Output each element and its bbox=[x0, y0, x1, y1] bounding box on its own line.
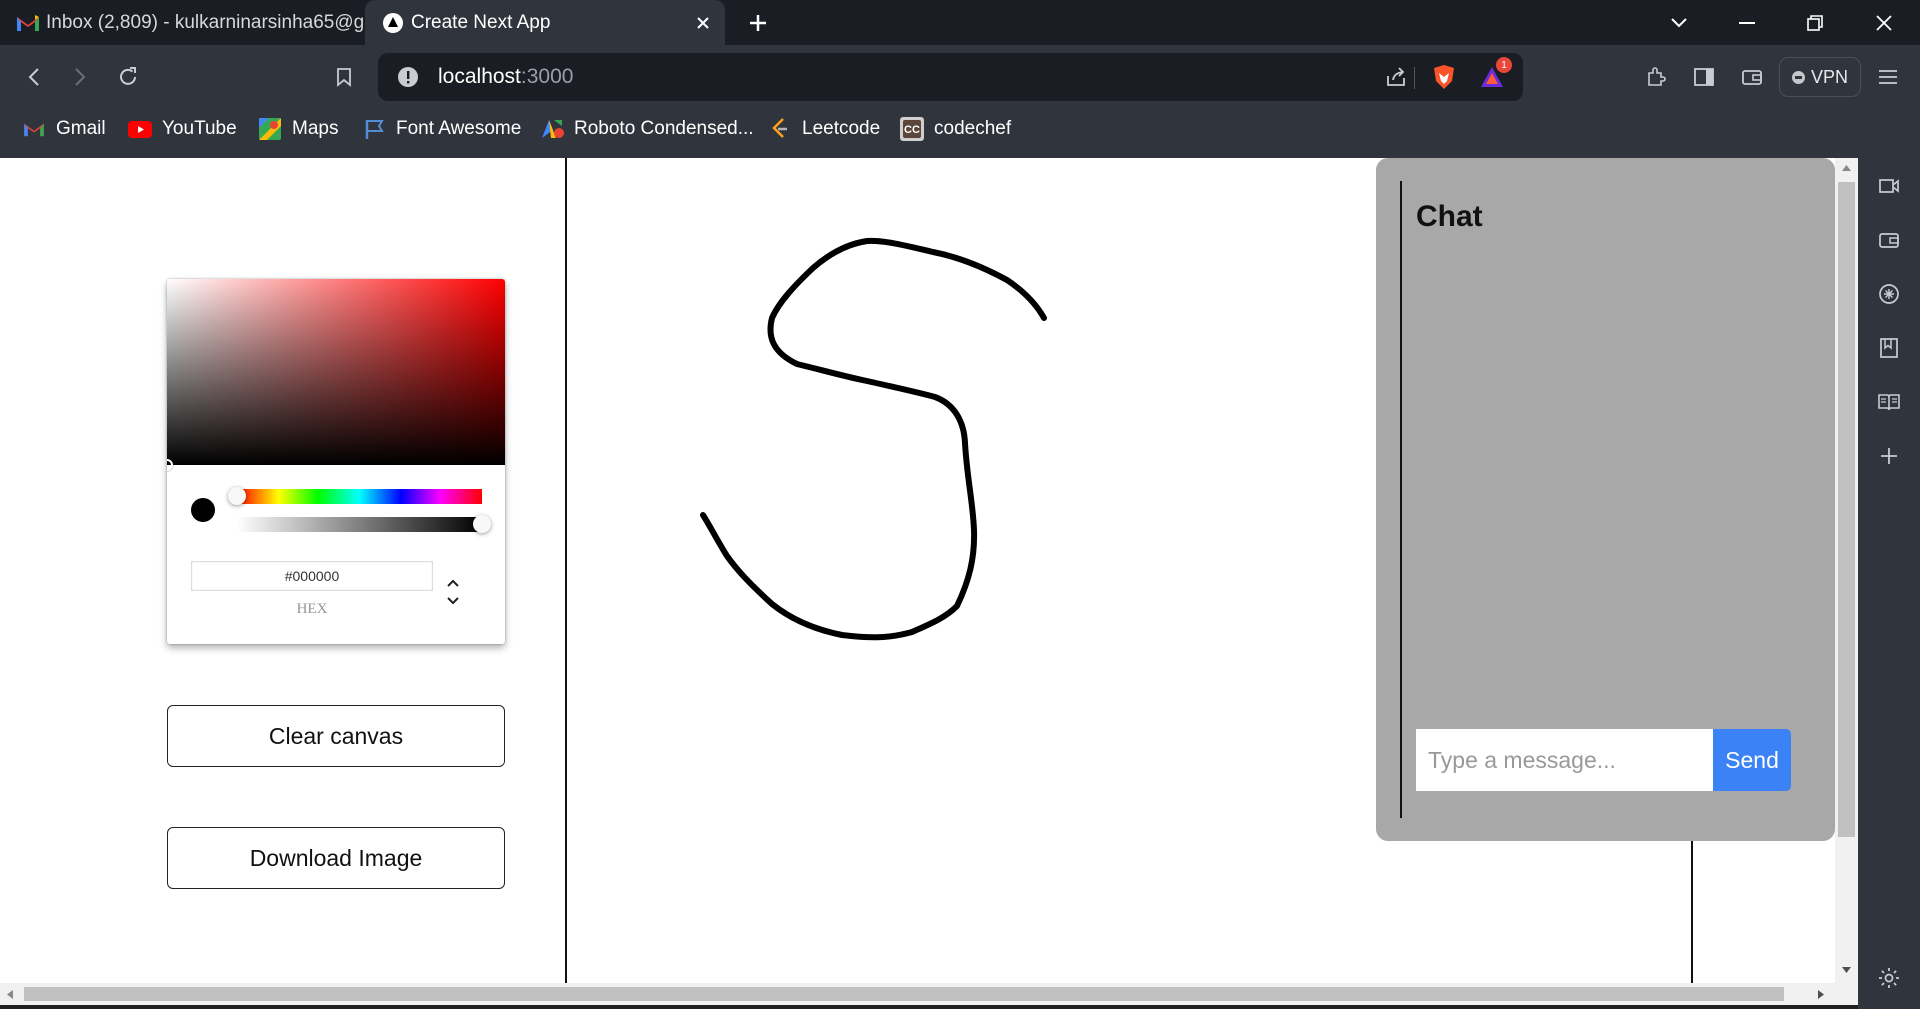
bookmark-roboto-condensed[interactable]: Roboto Condensed... bbox=[540, 109, 754, 149]
horizontal-scroll-thumb[interactable] bbox=[24, 987, 1784, 1001]
title-bar: Inbox (2,809) - kulkarninarsinha65@gr Cr… bbox=[0, 0, 1920, 45]
site-info-icon[interactable] bbox=[390, 59, 426, 95]
new-tab-button[interactable] bbox=[738, 0, 778, 45]
tab-gmail-inbox[interactable]: Inbox (2,809) - kulkarninarsinha65@gr bbox=[0, 0, 365, 45]
restore-icon[interactable] bbox=[1784, 0, 1846, 45]
saturation-area[interactable] bbox=[167, 279, 505, 471]
codechef-icon: CC bbox=[900, 117, 924, 141]
tool-panel: HEX Clear canvas Download Image bbox=[0, 158, 565, 983]
alpha-slider-knob[interactable] bbox=[473, 515, 491, 533]
bookmark-maps[interactable]: Maps bbox=[258, 109, 338, 149]
color-preview-swatch bbox=[191, 498, 215, 522]
bookmark-label: Maps bbox=[292, 118, 339, 139]
vpn-label: VPN bbox=[1810, 66, 1848, 87]
nextjs-icon bbox=[375, 0, 411, 45]
notification-badge: 1 bbox=[1496, 57, 1512, 73]
send-button[interactable]: Send bbox=[1713, 729, 1791, 791]
scroll-up-icon[interactable] bbox=[1841, 164, 1852, 172]
maps-icon bbox=[258, 117, 282, 141]
web-page: HEX Clear canvas Download Image Chat Sen… bbox=[0, 158, 1858, 983]
bookmark-gmail[interactable]: Gmail bbox=[22, 109, 106, 149]
download-image-button[interactable]: Download Image bbox=[167, 827, 505, 889]
video-icon[interactable] bbox=[1877, 174, 1901, 198]
url-port: :3000 bbox=[520, 65, 574, 88]
saturation-cursor[interactable] bbox=[167, 459, 173, 471]
svg-text:CC: CC bbox=[904, 124, 920, 136]
alpha-slider[interactable] bbox=[237, 515, 491, 533]
bookmarks-bar: Gmail YouTube Maps Font Awesome Roboto C… bbox=[0, 109, 1920, 158]
leetcode-icon bbox=[768, 117, 792, 141]
bookmark-font-awesome[interactable]: Font Awesome bbox=[362, 109, 521, 149]
flag-icon bbox=[362, 117, 386, 141]
scroll-down-icon[interactable] bbox=[1841, 966, 1852, 974]
wallet-icon[interactable] bbox=[1877, 228, 1901, 252]
tab-search-chevron-icon[interactable] bbox=[1648, 0, 1710, 45]
youtube-icon bbox=[128, 117, 152, 141]
google-fonts-icon bbox=[540, 117, 564, 141]
bookmarks-panel-icon[interactable] bbox=[1877, 336, 1901, 360]
drawn-stroke bbox=[700, 237, 1047, 641]
tab-title: Inbox (2,809) - kulkarninarsinha65@gr bbox=[46, 11, 365, 33]
vertical-scrollbar[interactable] bbox=[1835, 158, 1858, 983]
gmail-icon bbox=[22, 117, 46, 141]
leo-ai-icon[interactable] bbox=[1877, 282, 1901, 306]
format-toggle-icon[interactable] bbox=[439, 575, 467, 609]
chat-panel: Chat Send bbox=[1376, 158, 1835, 841]
hex-mode-label: HEX bbox=[296, 601, 328, 617]
color-picker[interactable]: HEX bbox=[167, 279, 505, 644]
hue-slider[interactable] bbox=[228, 487, 482, 505]
reading-list-icon[interactable] bbox=[1877, 390, 1901, 414]
bookmark-label: codechef bbox=[934, 118, 1012, 139]
vertical-scroll-thumb[interactable] bbox=[1838, 182, 1855, 837]
minimize-icon[interactable] bbox=[1716, 0, 1778, 45]
gmail-icon bbox=[10, 0, 46, 45]
taskbar-edge bbox=[0, 1005, 1920, 1009]
bookmark-label: Roboto Condensed... bbox=[574, 118, 754, 139]
scroll-right-icon[interactable] bbox=[1817, 989, 1825, 1000]
sidebar-settings-gear-icon[interactable] bbox=[1877, 966, 1901, 990]
bookmark-leetcode[interactable]: Leetcode bbox=[768, 109, 880, 149]
tab-create-next-app[interactable]: Create Next App bbox=[365, 0, 725, 45]
sidebar-toggle-icon[interactable] bbox=[1686, 59, 1722, 95]
browser-toolbar: localhost:3000 1 VPN bbox=[0, 45, 1920, 109]
address-bar[interactable]: localhost:3000 1 bbox=[378, 53, 1523, 101]
hex-input[interactable] bbox=[191, 561, 433, 591]
share-icon[interactable] bbox=[1378, 59, 1414, 95]
url-divider bbox=[1414, 67, 1415, 89]
close-window-icon[interactable] bbox=[1853, 0, 1915, 45]
reload-icon[interactable] bbox=[110, 59, 146, 95]
chat-divider bbox=[1400, 181, 1402, 818]
bookmark-icon[interactable] bbox=[326, 59, 362, 95]
vpn-icon bbox=[1791, 70, 1805, 84]
horizontal-scrollbar[interactable] bbox=[0, 983, 1858, 1005]
hue-slider-knob[interactable] bbox=[228, 487, 246, 505]
clear-canvas-button[interactable]: Clear canvas bbox=[167, 705, 505, 767]
bookmark-label: Leetcode bbox=[802, 118, 881, 139]
bookmark-label: YouTube bbox=[162, 118, 237, 139]
url-text: localhost:3000 bbox=[438, 53, 573, 101]
vpn-button[interactable]: VPN bbox=[1779, 57, 1861, 97]
bookmark-label: Font Awesome bbox=[396, 118, 522, 139]
forward-icon[interactable] bbox=[62, 59, 98, 95]
tab-title: Create Next App bbox=[411, 11, 551, 33]
bookmark-codechef[interactable]: CC codechef bbox=[900, 109, 1011, 149]
back-icon[interactable] bbox=[16, 59, 52, 95]
add-panel-icon[interactable] bbox=[1877, 444, 1901, 468]
bookmark-label: Gmail bbox=[56, 118, 106, 139]
menu-icon[interactable] bbox=[1870, 59, 1906, 95]
layout-divider bbox=[1691, 841, 1693, 983]
extensions-icon[interactable] bbox=[1638, 59, 1674, 95]
close-tab-icon[interactable] bbox=[681, 0, 725, 45]
chat-message-input[interactable] bbox=[1416, 729, 1713, 791]
chat-title: Chat bbox=[1416, 200, 1483, 233]
brave-rewards-icon[interactable]: 1 bbox=[1474, 57, 1512, 95]
wallet-icon[interactable] bbox=[1734, 59, 1770, 95]
brave-shields-icon[interactable] bbox=[1426, 59, 1462, 95]
bookmark-youtube[interactable]: YouTube bbox=[128, 109, 237, 149]
browser-sidebar bbox=[1858, 158, 1920, 1009]
scroll-left-icon[interactable] bbox=[6, 989, 14, 1000]
url-host: localhost bbox=[438, 65, 521, 88]
